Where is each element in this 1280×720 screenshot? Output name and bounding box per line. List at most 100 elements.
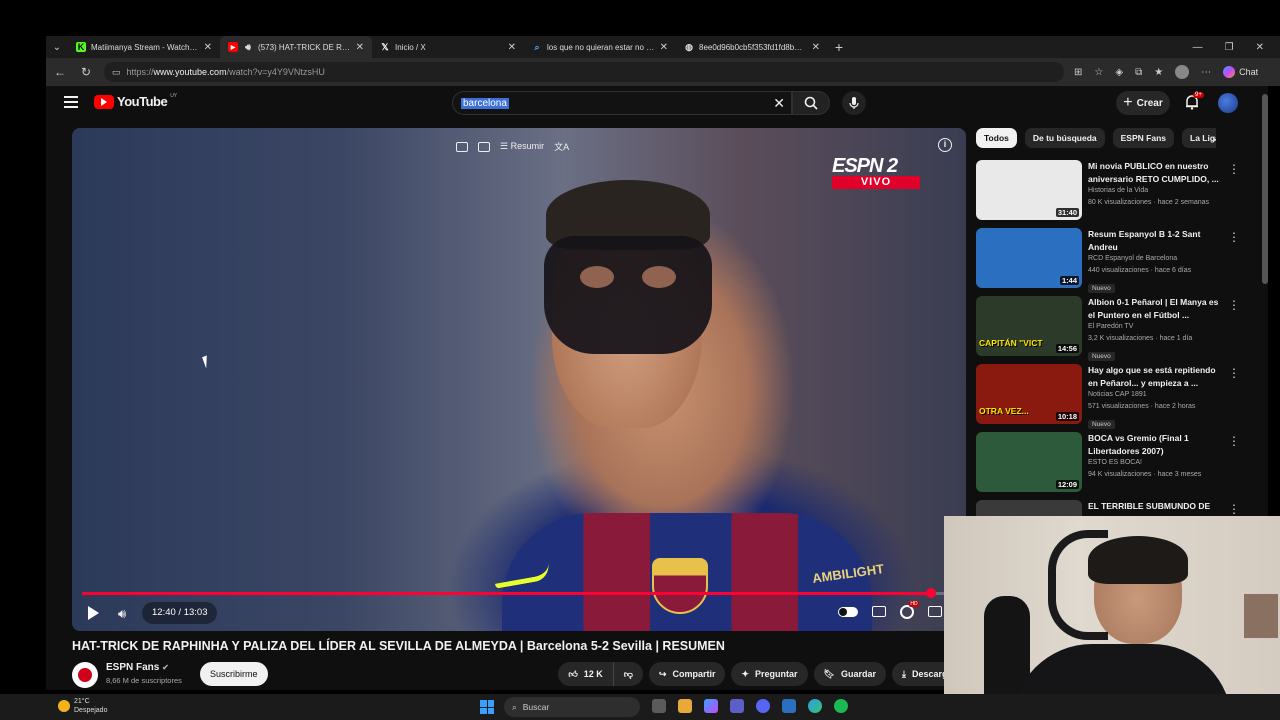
channel-avatar[interactable] [72,662,98,688]
tab-list-chevron-icon[interactable]: ⌄ [46,36,68,58]
discord-icon[interactable] [756,699,770,713]
more-options-icon[interactable]: ⋮ [1228,162,1240,176]
minimize-icon[interactable]: — [1193,42,1203,53]
copilot-icon[interactable] [704,699,718,713]
browser-tab[interactable]: ◍ 8ee0d96b0cb5f353fd1fd8b84bba ✕ [676,36,828,58]
account-avatar[interactable] [1218,93,1238,113]
like-button[interactable]: 👍︎ 12 K [558,662,614,686]
settings-gear-icon[interactable]: HD [900,600,919,619]
filter-chip[interactable]: ESPN Fans [1112,128,1174,148]
weather-widget[interactable]: 21°C Despejado [58,697,107,715]
more-options-icon[interactable]: ⋮ [1228,502,1240,516]
related-video-item[interactable]: OTRA VEZ... 10:18 Hay algo que se está rep… [976,364,1246,432]
video-thumbnail[interactable]: 31:40 [976,160,1082,220]
autoplay-toggle[interactable] [838,606,859,617]
related-video-title[interactable]: Albion 0-1 Peñarol | El Manya es el Punt… [1088,296,1224,321]
close-tab-icon[interactable]: ✕ [356,42,364,53]
save-button[interactable]: 🔖︎ Guardar [813,662,886,686]
related-video-item[interactable]: CAPITÁN "VICT 14:56 Albion 0-1 Peñarol | E… [976,296,1246,364]
summarize-button[interactable]: ☰ Resumir [500,141,544,152]
volume-icon[interactable]: 🔊︎ [118,606,126,622]
search-input[interactable]: barcelona ✕ [452,91,792,115]
ask-button[interactable]: ✦ Preguntar [731,662,808,686]
video-progress-bar[interactable] [82,588,956,598]
maximize-icon[interactable]: ❐ [1225,42,1234,53]
windows-start-icon[interactable] [480,700,494,714]
related-channel-name[interactable]: RCD Espanyol de Barcelona [1088,253,1224,265]
spotify-icon[interactable] [834,699,848,713]
favorites-icon[interactable]: ★ [1154,67,1163,78]
task-view-icon[interactable] [652,699,666,713]
play-icon[interactable] [88,606,99,620]
voice-search-button[interactable] [842,91,866,115]
filter-chip[interactable]: La Liga [1182,128,1216,148]
more-options-icon[interactable]: ⋮ [1228,230,1240,244]
address-bar[interactable]: ▭ https://www.youtube.com/watch?v=y4Y9VN… [104,62,1064,82]
apps-icon[interactable]: ⊞ [1074,67,1082,78]
mail-icon[interactable] [782,699,796,713]
more-options-icon[interactable]: ⋮ [1228,366,1240,380]
menu-icon[interactable] [64,96,78,108]
related-video-item[interactable]: 1:44 Resum Espanyol B 1-2 Sant Andreu RCD … [976,228,1246,296]
copilot-button[interactable]: Chat [1223,66,1258,78]
back-arrow-icon[interactable]: ← [52,65,68,79]
more-options-icon[interactable]: ⋮ [1228,434,1240,448]
filter-chip[interactable]: Todos [976,128,1017,148]
profile-avatar[interactable] [1175,65,1190,79]
picture-in-picture-icon[interactable] [478,141,490,152]
reload-icon[interactable]: ↻ [78,65,94,79]
more-options-icon[interactable]: ⋮ [1228,298,1240,312]
file-explorer-icon[interactable] [678,699,692,713]
related-channel-name[interactable]: El Paredón TV [1088,321,1224,333]
related-video-title[interactable]: BOCA vs Gremio (Final 1 Libertadores 200… [1088,432,1224,457]
youtube-logo[interactable]: YouTube UY [94,93,177,109]
browser-tab-active[interactable]: ▶ 🔊︎ (573) HAT-TRICK DE RAPHINHA ✕ [220,36,372,58]
speaker-icon[interactable]: 🔊︎ [243,42,253,52]
extension-icon[interactable]: ◈ [1115,67,1123,78]
related-channel-name[interactable]: Noticias CAP 1891 [1088,389,1224,401]
taskbar-search[interactable]: ⌕ Buscar [504,697,640,717]
close-tab-icon[interactable]: ✕ [812,42,820,53]
browser-tab[interactable]: 𝕏 Inicio / X ✕ [372,36,524,58]
favorite-star-icon[interactable]: ☆ [1094,67,1103,78]
share-button[interactable]: ↪ Compartir [648,662,726,686]
subtitles-icon[interactable] [872,606,887,617]
teams-icon[interactable] [730,699,744,713]
chevron-right-icon[interactable]: › [1212,132,1216,146]
search-button[interactable] [792,91,830,115]
extension-puzzle-icon[interactable]: ⧉ [1135,67,1142,78]
related-video-title[interactable]: Hay algo que se está repitiendo en Peñar… [1088,364,1224,389]
channel-name[interactable]: ESPN Fans ✔ [106,662,169,673]
browser-tab[interactable]: K Matiimanya Stream - Watch Live o ✕ [68,36,220,58]
edge-icon[interactable] [808,699,822,713]
more-menu-icon[interactable]: ⋯ [1201,67,1211,78]
notifications-button[interactable]: 9+ [1184,92,1204,112]
theater-mode-icon[interactable] [928,606,943,617]
related-channel-name[interactable]: ESTO ES BOCA! [1088,457,1224,469]
related-video-title[interactable]: Mi novia PUBLICO en nuestro aniversario … [1088,160,1224,185]
translate-icon[interactable]: 文A [554,140,569,153]
close-tab-icon[interactable]: ✕ [660,42,668,53]
close-window-icon[interactable]: ✕ [1256,42,1264,53]
page-scrollbar[interactable] [1262,94,1268,284]
browser-tab[interactable]: ⌕ los que no quieran estar no nos si ✕ [524,36,676,58]
video-thumbnail[interactable]: 1:44 [976,228,1082,288]
new-tab-button[interactable]: + [828,39,850,55]
create-button[interactable]: + Crear [1116,91,1170,115]
subscribe-button[interactable]: Suscribirme [200,662,268,686]
video-thumbnail[interactable]: 12:09 [976,432,1082,492]
video-player[interactable]: AMBILIGHT ☰ Resumir 文A ESPN 2 VIVO i 🔊︎ … [72,128,966,631]
related-video-item[interactable]: 31:40 Mi novia PUBLICO en nuestro anivers… [976,160,1246,228]
miniplayer-icon[interactable] [456,141,468,152]
video-thumbnail[interactable]: OTRA VEZ... 10:18 [976,364,1082,424]
info-icon[interactable]: i [938,138,952,152]
related-channel-name[interactable]: Historias de la Vida [1088,185,1224,197]
filter-chip[interactable]: De tu búsqueda [1024,128,1105,148]
video-thumbnail[interactable]: CAPITÁN "VICT 14:56 [976,296,1082,356]
related-video-title[interactable]: Resum Espanyol B 1-2 Sant Andreu [1088,228,1224,253]
clear-search-icon[interactable]: ✕ [773,95,785,112]
site-info-icon[interactable]: ▭ [112,67,121,78]
scrubber-handle[interactable] [925,588,936,598]
related-video-item[interactable]: 12:09 BOCA vs Gremio (Final 1 Libertadore… [976,432,1246,500]
close-tab-icon[interactable]: ✕ [508,42,516,53]
